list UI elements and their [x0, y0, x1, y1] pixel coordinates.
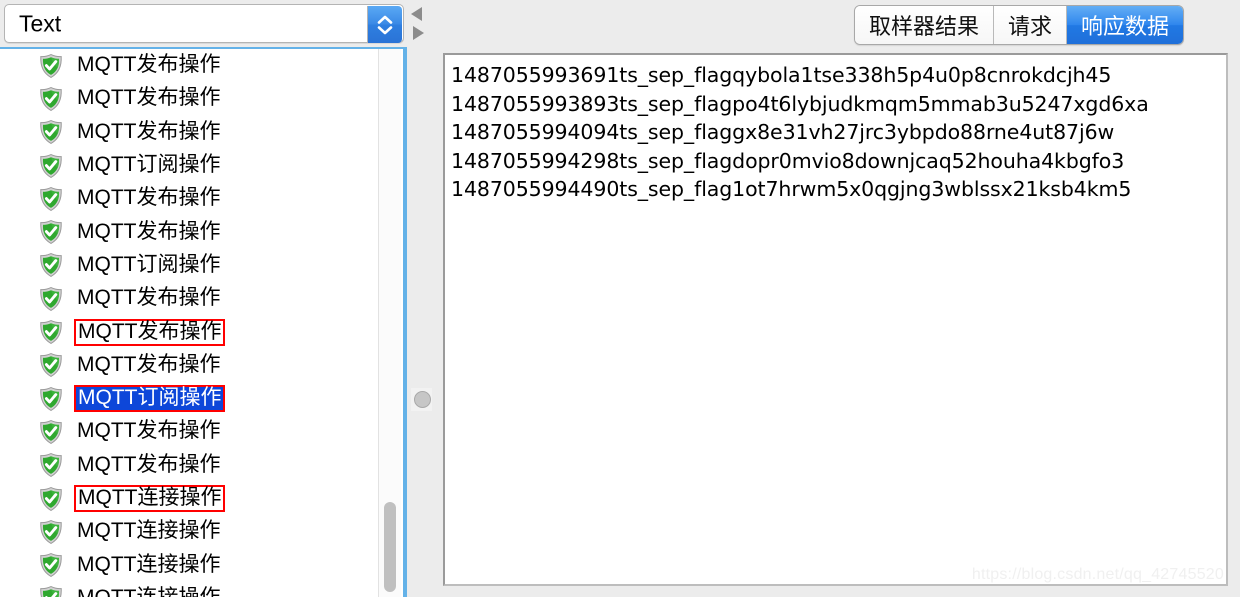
tree-row-label: MQTT连接操作 — [77, 519, 221, 543]
tab-1[interactable]: 取样器结果 — [854, 6, 994, 44]
combo-row: Text — [4, 4, 404, 44]
split-handle-dot-inner — [414, 391, 431, 408]
stepper-up-arrow-icon — [377, 15, 393, 24]
tree-row[interactable]: MQTT发布操作 — [0, 315, 381, 348]
green-shield-check-icon — [38, 486, 64, 512]
tree-row[interactable]: MQTT发布操作 — [0, 82, 381, 115]
text-format-combobox[interactable]: Text — [4, 4, 404, 43]
green-shield-check-icon — [38, 419, 64, 445]
tree-vertical-scrollbar[interactable] — [378, 49, 401, 597]
tree-row[interactable]: MQTT发布操作 — [0, 449, 381, 482]
tree-row[interactable]: MQTT连接操作 — [0, 515, 381, 548]
tree-row-label: MQTT订阅操作 — [77, 252, 221, 276]
tree-row[interactable]: MQTT发布操作 — [0, 116, 381, 149]
sampler-tree-list[interactable]: MQTT发布操作 MQTT发布操作 MQTT发布操作 MQTT订阅操作 MQTT发布操作… — [0, 49, 381, 597]
green-shield-check-icon — [38, 186, 64, 212]
tree-row-label: MQTT发布操作 — [77, 352, 221, 376]
stepper-down-arrow-icon — [377, 25, 393, 35]
split-handle-dot-icon[interactable] — [411, 388, 434, 411]
tab-3[interactable]: 响应数据 — [1066, 6, 1183, 44]
tree-row-label: MQTT发布操作 — [77, 86, 221, 110]
combobox-value: Text — [19, 10, 62, 36]
stepper-up-down-icon[interactable] — [367, 6, 402, 43]
tree-row-label: MQTT发布操作 — [74, 318, 226, 346]
tree-row-label: MQTT发布操作 — [77, 119, 221, 143]
green-shield-check-icon — [38, 252, 64, 278]
triangle-right-icon[interactable] — [413, 26, 424, 40]
tree-row[interactable]: MQTT发布操作 — [0, 215, 381, 248]
green-shield-check-icon — [38, 219, 64, 245]
tree-row-label: MQTT连接操作 — [77, 552, 221, 576]
tree-row[interactable]: MQTT发布操作 — [0, 49, 381, 82]
green-shield-check-icon — [38, 552, 64, 578]
green-shield-check-icon — [38, 86, 64, 112]
tree-row-label: MQTT连接操作 — [74, 484, 226, 513]
right-pane: 取样器结果 请求 响应数据 1487055993691ts_sep_flagqybo… — [432, 0, 1240, 597]
pane-collapse-controls — [408, 2, 432, 46]
tree-scrollbar-thumb[interactable] — [384, 502, 396, 592]
tree-row[interactable]: MQTT订阅操作 — [0, 149, 381, 182]
tree-row[interactable]: MQTT发布操作 — [0, 282, 381, 315]
green-shield-check-icon — [38, 53, 64, 79]
tree-row[interactable]: MQTT发布操作 — [0, 182, 381, 215]
tree-row[interactable]: MQTT发布操作 — [0, 415, 381, 448]
green-shield-check-icon — [38, 352, 64, 378]
tree-row[interactable]: MQTT订阅操作 — [0, 382, 381, 415]
green-shield-check-icon — [38, 286, 64, 312]
result-tab-bar: 取样器结果 请求 响应数据 — [853, 5, 1184, 45]
response-data-panel[interactable]: 1487055993691ts_sep_flagqybola1tse338h5p… — [443, 53, 1228, 586]
tree-row-label: MQTT发布操作 — [77, 219, 221, 243]
tree-row[interactable]: MQTT连接操作 — [0, 582, 381, 597]
green-shield-check-icon — [38, 386, 64, 412]
tree-row-label: MQTT发布操作 — [77, 186, 221, 210]
tab-2[interactable]: 请求 — [993, 6, 1067, 44]
tree-row[interactable]: MQTT发布操作 — [0, 349, 381, 382]
tree-row[interactable]: MQTT连接操作 — [0, 548, 381, 581]
tree-row-label: MQTT订阅操作 — [77, 153, 221, 177]
green-shield-check-icon — [38, 519, 64, 545]
green-shield-check-icon — [38, 153, 64, 179]
green-shield-check-icon — [38, 119, 64, 145]
tree-row-label: MQTT发布操作 — [77, 286, 221, 310]
tree-row[interactable]: MQTT订阅操作 — [0, 249, 381, 282]
green-shield-check-icon — [38, 319, 64, 345]
response-data-text: 1487055993691ts_sep_flagqybola1tse338h5p… — [451, 63, 1149, 201]
green-shield-check-icon — [38, 452, 64, 478]
tree-row-label: MQTT发布操作 — [77, 419, 221, 443]
tree-row-label: MQTT发布操作 — [77, 53, 221, 77]
app-window: Text MQTT发布操作 MQTT发布操作 MQTT发布操作 MQTT订阅操作… — [0, 0, 1240, 597]
tree-row[interactable]: MQTT连接操作 — [0, 482, 381, 515]
triangle-left-icon[interactable] — [411, 7, 422, 21]
sampler-tree-panel: MQTT发布操作 MQTT发布操作 MQTT发布操作 MQTT订阅操作 MQTT发布操作… — [0, 47, 405, 597]
tree-row-label: MQTT连接操作 — [74, 586, 223, 597]
left-pane: Text MQTT发布操作 MQTT发布操作 MQTT发布操作 MQTT订阅操作… — [0, 0, 445, 597]
tree-row-label: MQTT发布操作 — [77, 452, 221, 476]
green-shield-check-icon — [38, 585, 64, 597]
tree-row-label: MQTT订阅操作 — [74, 385, 226, 413]
